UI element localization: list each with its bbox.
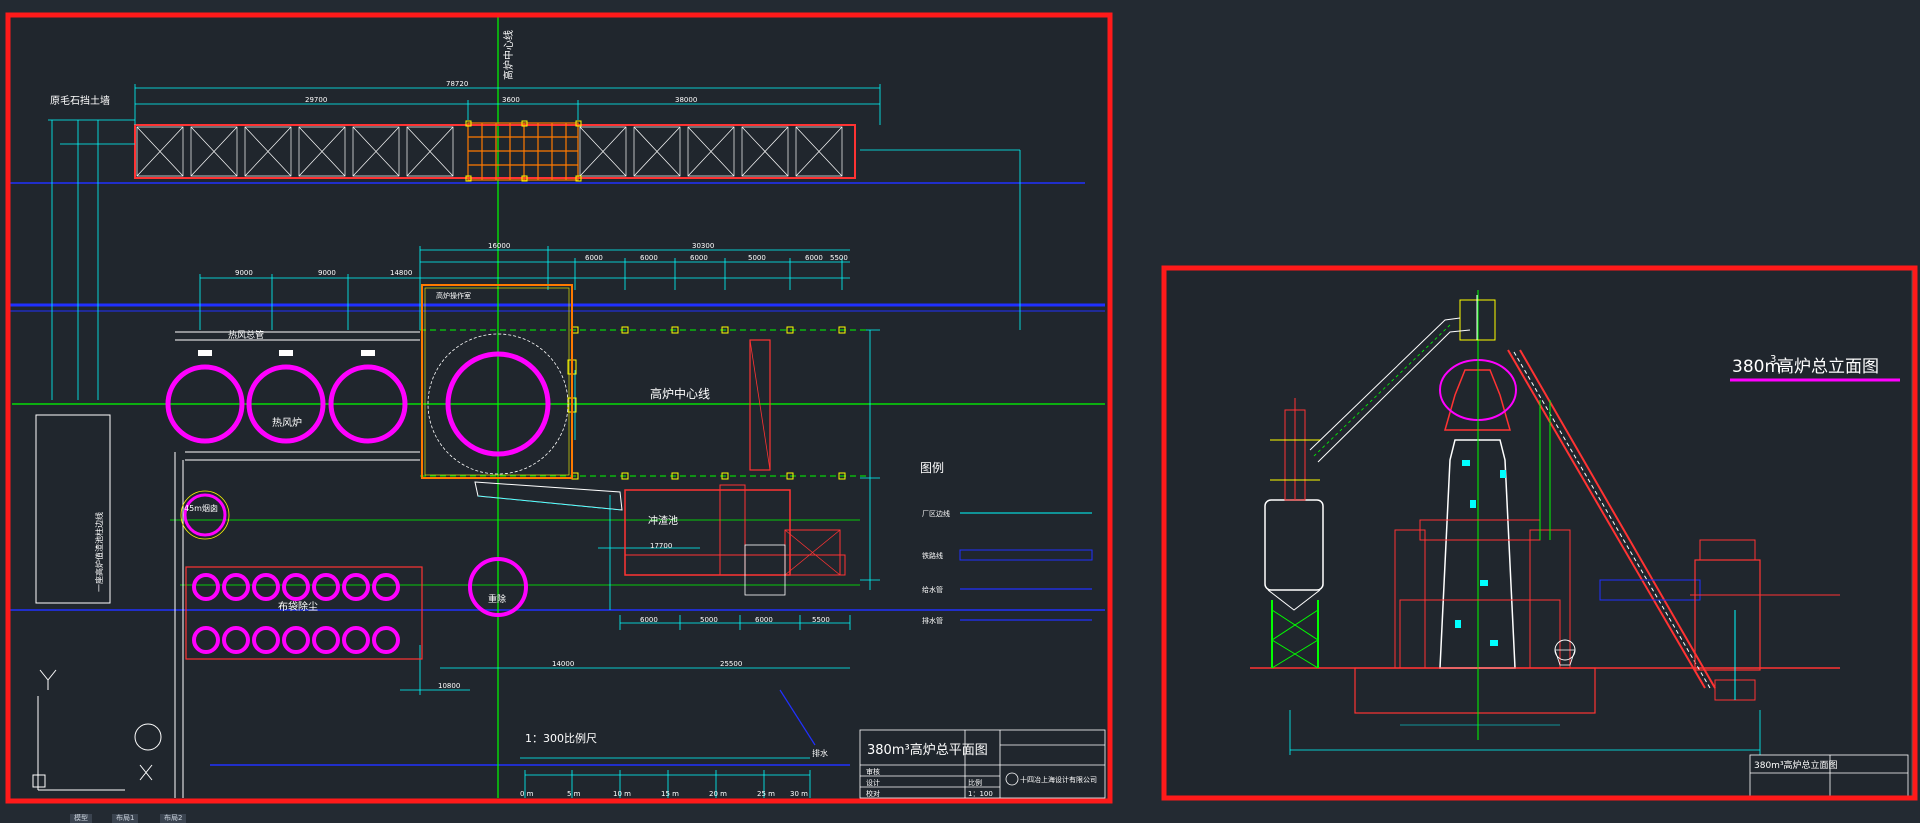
legend-item-boundary: 厂区边线 <box>922 509 950 518</box>
dim-bottom-c: 6000 <box>755 616 773 624</box>
tab-layout1[interactable]: 布局1 <box>112 814 139 823</box>
elevation-title-block: 380m³高炉总立面图 <box>1754 759 1838 771</box>
dim-top-mid: 3600 <box>502 96 520 104</box>
building-label: 高炉操作室 <box>436 291 471 300</box>
dim-row2-b: 30300 <box>692 242 714 250</box>
dim-row3-c: 14800 <box>390 269 412 277</box>
slag-pool-label: 冲渣池 <box>648 514 678 527</box>
elevation-title-rest: 高炉总立面图 <box>1777 357 1879 377</box>
left-box-label: 一座高炉值渣池柱边线 <box>94 512 104 592</box>
drain-label: 排水 <box>812 748 828 758</box>
layout-tab-bar: 模型 布局1 布局2 <box>0 814 400 823</box>
scale-tick-1: 5 m <box>567 790 581 798</box>
title-scale-key: 比例 <box>968 778 982 787</box>
elevation-sheet: 380m 3 高炉总立面图 380m³高炉总立面图 <box>1165 269 1913 798</box>
legend-item-drainage: 排水管 <box>922 616 943 625</box>
cad-drawing-canvas[interactable]: 原毛石挡土墙 高炉中心线 高炉中心线 热风总管 热风炉 45m烟囱 布袋除尘 重… <box>0 0 1920 823</box>
dim-bottom-total1: 14000 <box>552 660 574 668</box>
title-row-check: 校对 <box>866 789 880 798</box>
center-line-label: 高炉中心线 <box>650 386 710 401</box>
axis-label: 高炉中心线 <box>502 30 515 80</box>
scale-tick-5: 25 m <box>757 790 775 798</box>
dim-bottom-d: 5500 <box>812 616 830 624</box>
scale-tick-6: 30 m <box>790 790 808 798</box>
plan-title: 380m³高炉总平面图 <box>867 742 988 758</box>
dim-bottom-total2: 25500 <box>720 660 742 668</box>
dim-bottom-a: 6000 <box>640 616 658 624</box>
wall-label: 原毛石挡土墙 <box>50 94 110 107</box>
dim-row3-b: 9000 <box>318 269 336 277</box>
dim-row3-a: 9000 <box>235 269 253 277</box>
dim-bottom-b: 5000 <box>700 616 718 624</box>
scale-label: 1：300比例尺 <box>525 731 597 745</box>
chimney-label: 45m烟囱 <box>184 503 218 513</box>
title-scale-value: 1：100 <box>968 790 993 798</box>
baghouse-label: 布袋除尘 <box>278 600 318 613</box>
scale-tick-4: 20 m <box>709 790 727 798</box>
elevation-title: 380m 3 高炉总立面图 <box>1732 354 1879 377</box>
dim-row3-i: 5500 <box>830 254 848 262</box>
dim-row3-e: 6000 <box>640 254 658 262</box>
title-row-review: 审核 <box>866 767 880 776</box>
hot-air-pipe-label: 热风总管 <box>228 329 264 341</box>
stove-label: 热风炉 <box>272 416 302 429</box>
plan-sheet: 原毛石挡土墙 高炉中心线 高炉中心线 热风总管 热风炉 45m烟囱 布袋除尘 重… <box>7 13 1111 801</box>
dim-top-right: 38000 <box>675 96 697 104</box>
dim-top-total: 78720 <box>446 80 468 88</box>
legend-item-water-supply: 给水管 <box>922 585 943 594</box>
tab-model[interactable]: 模型 <box>70 814 92 823</box>
dim-top-left: 29700 <box>305 96 327 104</box>
legend-title: 图例 <box>920 461 944 475</box>
dim-left: 10800 <box>438 682 460 690</box>
title-company: 十四冶上海设计有限公司 <box>1020 775 1097 784</box>
dim-row3-d: 6000 <box>585 254 603 262</box>
dim-row3-g: 5000 <box>748 254 766 262</box>
scale-tick-2: 10 m <box>613 790 631 798</box>
dim-row3-h: 6000 <box>805 254 823 262</box>
scale-tick-0: 0 m <box>520 790 534 798</box>
title-row-design: 设计 <box>866 778 880 787</box>
dim-row3-f: 6000 <box>690 254 708 262</box>
tab-layout2[interactable]: 布局2 <box>160 814 187 823</box>
dust-catcher-label: 重除 <box>488 593 506 605</box>
dim-slag: 17700 <box>650 542 672 550</box>
elevation-title-sup: 3 <box>1770 354 1776 365</box>
dim-row2-a: 16000 <box>488 242 510 250</box>
legend-item-railway: 铁路线 <box>922 551 943 560</box>
scale-tick-3: 15 m <box>661 790 679 798</box>
